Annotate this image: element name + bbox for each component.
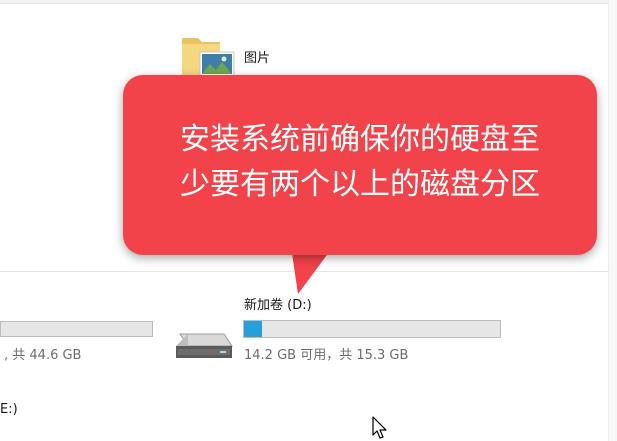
drive-space-text-partial: , 共 44.6 GB — [4, 348, 82, 363]
drive-usage-bar-partial — [0, 321, 153, 337]
drive-usage-fill-d — [244, 321, 263, 337]
callout-text: 安装系统前确保你的硬盘至 少要有两个以上的磁盘分区 — [123, 117, 597, 207]
drive-space-text-d: 14.2 GB 可用，共 15.3 GB — [244, 348, 409, 363]
annotation-callout: 安装系统前确保你的硬盘至 少要有两个以上的磁盘分区 — [123, 75, 597, 255]
file-explorer-view: 图片 , 共 44.6 GB E:) 新加卷 (D:) 14.2 GB 可用，共… — [0, 0, 617, 441]
mouse-cursor-icon — [372, 416, 387, 439]
callout-line-1: 安装系统前确保你的硬盘至 — [180, 122, 540, 157]
drive-title-d[interactable]: 新加卷 (D:) — [244, 294, 312, 313]
pictures-folder-icon — [182, 38, 235, 79]
drive-usage-bar-d — [243, 320, 501, 338]
top-border — [0, 0, 617, 4]
drive-label-partial[interactable]: E:) — [0, 402, 18, 417]
callout-line-2: 少要有两个以上的磁盘分区 — [180, 167, 540, 202]
hard-drive-icon[interactable] — [172, 324, 236, 364]
folder-label: 图片 — [244, 51, 271, 66]
scrollbar-track[interactable] — [608, 0, 617, 441]
